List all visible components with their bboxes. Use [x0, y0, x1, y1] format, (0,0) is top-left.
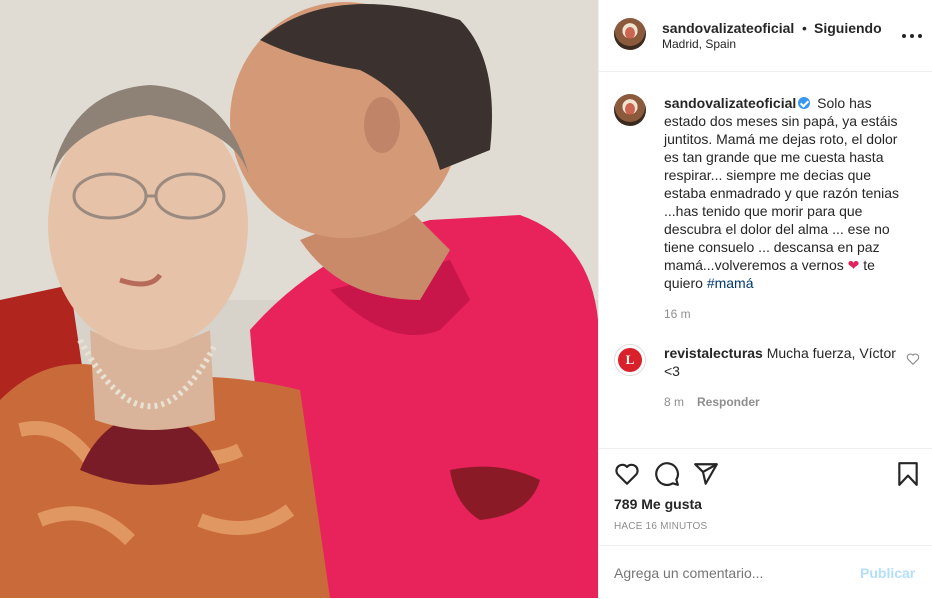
reply-button[interactable]: Responder [697, 395, 760, 409]
post-header: sandovalizateoficial • Siguiendo Madrid,… [599, 0, 932, 72]
post-side-panel: sandovalizateoficial • Siguiendo Madrid,… [598, 0, 932, 598]
comment-time: 8 m [664, 395, 685, 409]
verified-badge-icon [798, 97, 811, 109]
post-timestamp: HACE 16 MINUTOS [614, 521, 708, 532]
separator-dot: • [802, 20, 807, 36]
comment-input[interactable] [614, 565, 844, 581]
like-count[interactable]: 789 Me gusta [614, 496, 702, 512]
post-actions: 789 Me gusta HACE 16 MINUTOS Publicar [599, 448, 932, 598]
heart-icon[interactable] [614, 461, 640, 487]
caption-username[interactable]: sandovalizateoficial [664, 95, 796, 111]
comment-bubble-icon[interactable] [654, 461, 680, 487]
instagram-post: sandovalizateoficial • Siguiendo Madrid,… [0, 0, 932, 598]
lecturas-logo: L [618, 348, 642, 372]
follow-status-button[interactable]: Siguiendo [814, 20, 882, 36]
hashtag-link[interactable]: #mamá [707, 275, 754, 291]
red-heart-emoji: ❤ [847, 257, 860, 273]
author-avatar[interactable] [614, 18, 646, 50]
add-comment-bar: Publicar [599, 545, 932, 599]
paper-plane-icon[interactable] [693, 461, 719, 487]
publish-button[interactable]: Publicar [860, 565, 915, 581]
post-caption: sandovalizateoficial Solo has estado dos… [664, 94, 912, 292]
photo-illustration [0, 0, 598, 598]
author-username[interactable]: sandovalizateoficial [662, 20, 794, 36]
commenter-username[interactable]: revistalecturas [664, 345, 763, 361]
post-location[interactable]: Madrid, Spain [662, 37, 736, 51]
comment-like-heart-icon[interactable] [906, 352, 920, 366]
caption-author-avatar[interactable] [614, 94, 646, 126]
more-options-icon[interactable] [901, 25, 923, 47]
commenter-avatar[interactable]: L [614, 344, 646, 376]
caption-time: 16 m [664, 307, 691, 321]
comments-area: sandovalizateoficial Solo has estado dos… [599, 72, 932, 448]
post-photo[interactable] [0, 0, 598, 598]
bookmark-icon[interactable] [895, 461, 921, 487]
caption-text: Solo has estado dos meses sin papá, ya e… [664, 95, 900, 273]
comment: revistalecturas Mucha fuerza, Víctor <3 [664, 344, 904, 380]
